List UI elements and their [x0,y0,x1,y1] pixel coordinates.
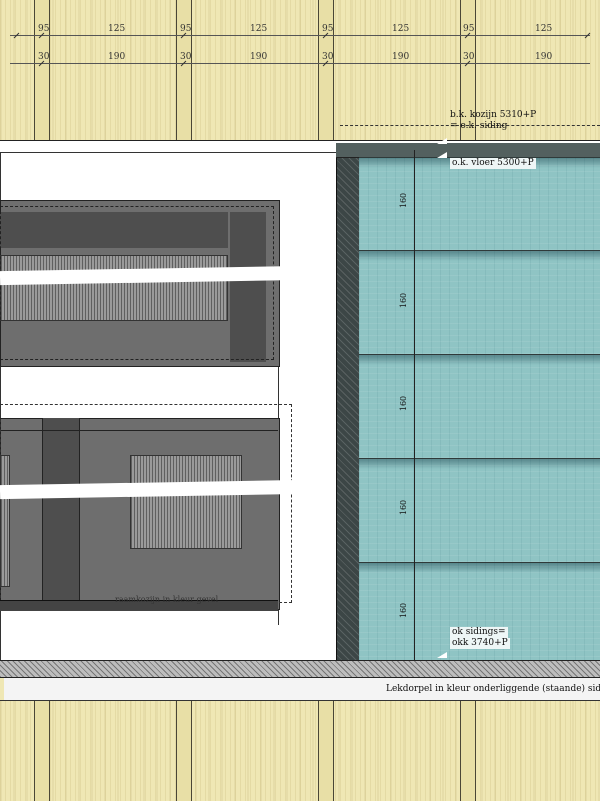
dimension-label: 125 [392,24,410,34]
cladding-board [359,354,600,458]
dimension-line-1 [10,35,590,36]
dimension-label: 190 [250,52,268,62]
floor-level-label: o.k. vloer 5300+P [450,158,536,169]
stud [318,0,334,140]
level-marker [437,138,447,144]
board-height-label: 160 [399,292,409,309]
stud [460,701,476,801]
sidings-level-label-1: ok sidings= [450,627,508,638]
stud [34,0,50,140]
window-note: raamkozijn in kleur gevel [115,595,219,604]
cladding-board [359,250,600,354]
sill-hatch [0,660,600,678]
dimension-label: 125 [108,24,126,34]
level-marker [437,152,447,158]
cladding-board [359,157,600,250]
dimension-label: 190 [392,52,410,62]
board-height-label: 160 [399,499,409,516]
board-height-label: 160 [399,395,409,412]
frame-level-label-2: = o.k. siding [450,121,508,131]
dimension-label: 190 [108,52,126,62]
dimension-line-2 [10,63,590,64]
dimension-label: 190 [535,52,553,62]
window-outline-dash [0,404,292,603]
stud [176,0,192,140]
stud [318,701,334,801]
frame-level-label-1: b.k. kozijn 5310+P [450,110,537,120]
level-marker [437,652,447,658]
cladding-dimension-line [414,150,415,660]
sidings-level-label-2: okk 3740+P [450,638,510,649]
stud [34,701,50,801]
dimension-label: 125 [535,24,553,34]
board-height-label: 160 [399,192,409,209]
bottom-timber-frame [0,700,600,801]
cladding-top-band [336,143,600,158]
sill-label: Lekdorpel in kleur onderliggende (staand… [386,684,600,694]
board-height-label: 160 [399,602,409,619]
stud [176,701,192,801]
cladding-board [359,458,600,562]
dimension-label: 125 [250,24,268,34]
cladding-edge [336,143,361,663]
